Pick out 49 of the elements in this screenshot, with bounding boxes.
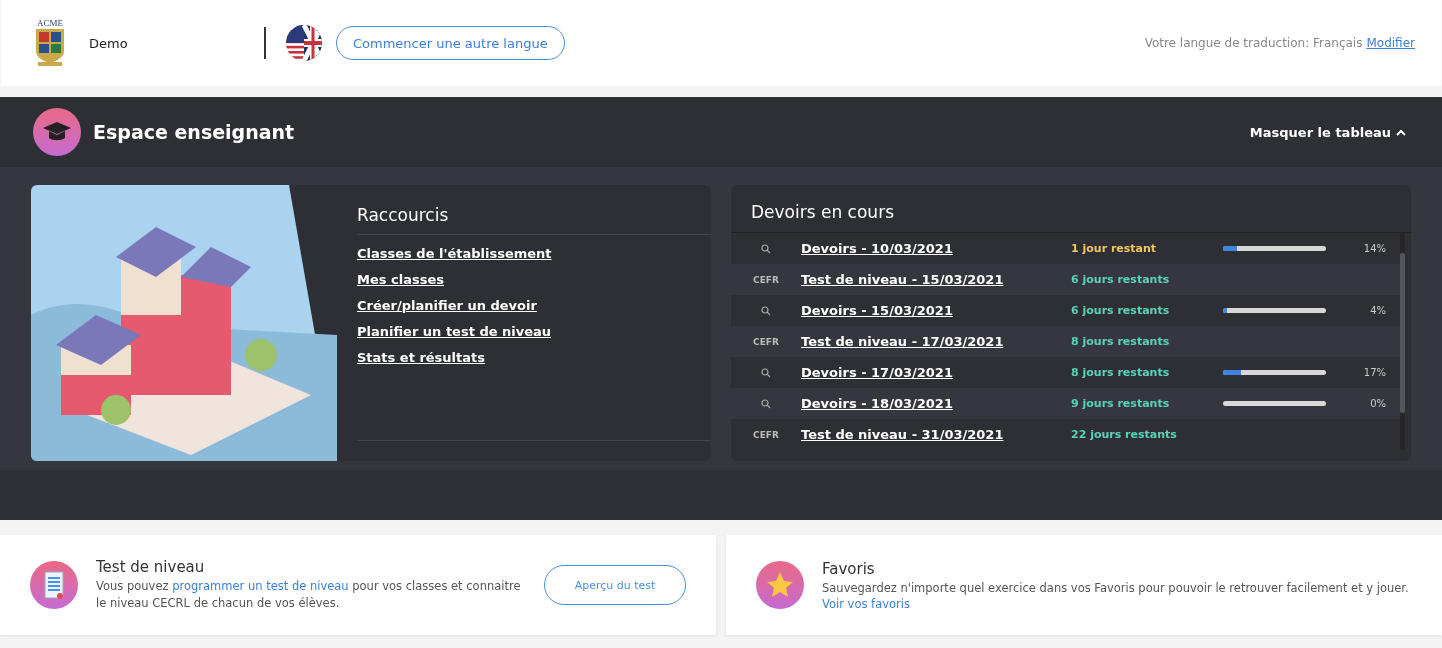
shortcut-link[interactable]: Stats et résultats	[357, 350, 485, 365]
translation-language-label: Votre langue de traduction: Français	[1144, 36, 1363, 50]
shortcut-link[interactable]: Classes de l'établissement	[357, 246, 552, 261]
certificate-icon	[30, 561, 78, 609]
modify-link[interactable]: Modifier	[1366, 36, 1415, 50]
cefr-tag: CEFR	[753, 336, 779, 347]
remaining-days: 6 jours restants	[1071, 304, 1223, 317]
card-title: Favoris	[822, 559, 876, 578]
assignment-link[interactable]: Test de niveau - 17/03/2021	[801, 334, 1071, 349]
remaining-days: 6 jours restants	[1071, 273, 1223, 286]
schedule-test-link[interactable]: programmer un test de niveau	[172, 579, 349, 593]
shortcut-link[interactable]: Créer/planifier un devoir	[357, 298, 537, 313]
search-icon	[761, 243, 771, 254]
card-title: Test de niveau	[96, 558, 206, 576]
progress-percent: 0%	[1369, 398, 1386, 409]
cefr-tag: CEFR	[753, 429, 779, 440]
assignment-link[interactable]: Devoirs - 15/03/2021	[801, 303, 1071, 318]
progress-percent: 4%	[1369, 305, 1386, 316]
assignment-link[interactable]: Devoirs - 17/03/2021	[801, 365, 1071, 380]
card-description: Sauvegardez n'importe quel exercice dans vos Favoris pour pouvoir le retrouver facilement et y jouer.	[822, 579, 1410, 597]
search-icon	[761, 367, 771, 378]
remaining-days: 22 jours restants	[1071, 428, 1223, 441]
search-icon	[761, 398, 771, 409]
remaining-days: 1 jour restant	[1071, 242, 1223, 255]
shortcut-link[interactable]: Mes classes	[357, 272, 444, 287]
user-name: Demo	[89, 35, 129, 51]
flag-icon	[286, 25, 322, 61]
chevron-icon	[1396, 128, 1406, 136]
remaining-days: 8 jours restants	[1071, 366, 1223, 379]
shortcut-link[interactable]: Planifier un test de niveau	[357, 324, 552, 339]
remaining-days: 9 jours restants	[1071, 397, 1223, 410]
section-title: Espace enseignant	[93, 121, 295, 143]
progress-percent: 14%	[1362, 243, 1386, 254]
assignment-link[interactable]: Test de niveau - 31/03/2021	[801, 427, 1071, 442]
shortcuts-title: Raccourcis	[357, 205, 711, 235]
assignment-link[interactable]: Devoirs - 18/03/2021	[801, 396, 1071, 411]
crest-logo: ACME	[33, 17, 67, 69]
assignment-link[interactable]: Devoirs - 10/03/2021	[801, 241, 1071, 256]
search-icon	[761, 305, 771, 316]
scrollbar[interactable]	[1400, 253, 1405, 413]
favorites-link[interactable]: Voir vos favoris	[822, 596, 1412, 611]
remaining-days: 8 jours restants	[1071, 335, 1223, 348]
start-language-button[interactable]: Commencer une autre langue	[336, 26, 565, 60]
graduation-cap-icon	[33, 108, 81, 156]
cefr-tag: CEFR	[753, 274, 779, 285]
hide-table-button[interactable]: Masquer le tableau	[1243, 123, 1412, 141]
assignment-link[interactable]: Test de niveau - 15/03/2021	[801, 272, 1071, 287]
progress-percent: 17%	[1362, 367, 1386, 378]
card-description: Vous pouvez programmer un test de niveau pour vos classes et connaitre le niveau CECRL de chacun de vos élèves.	[96, 578, 522, 612]
